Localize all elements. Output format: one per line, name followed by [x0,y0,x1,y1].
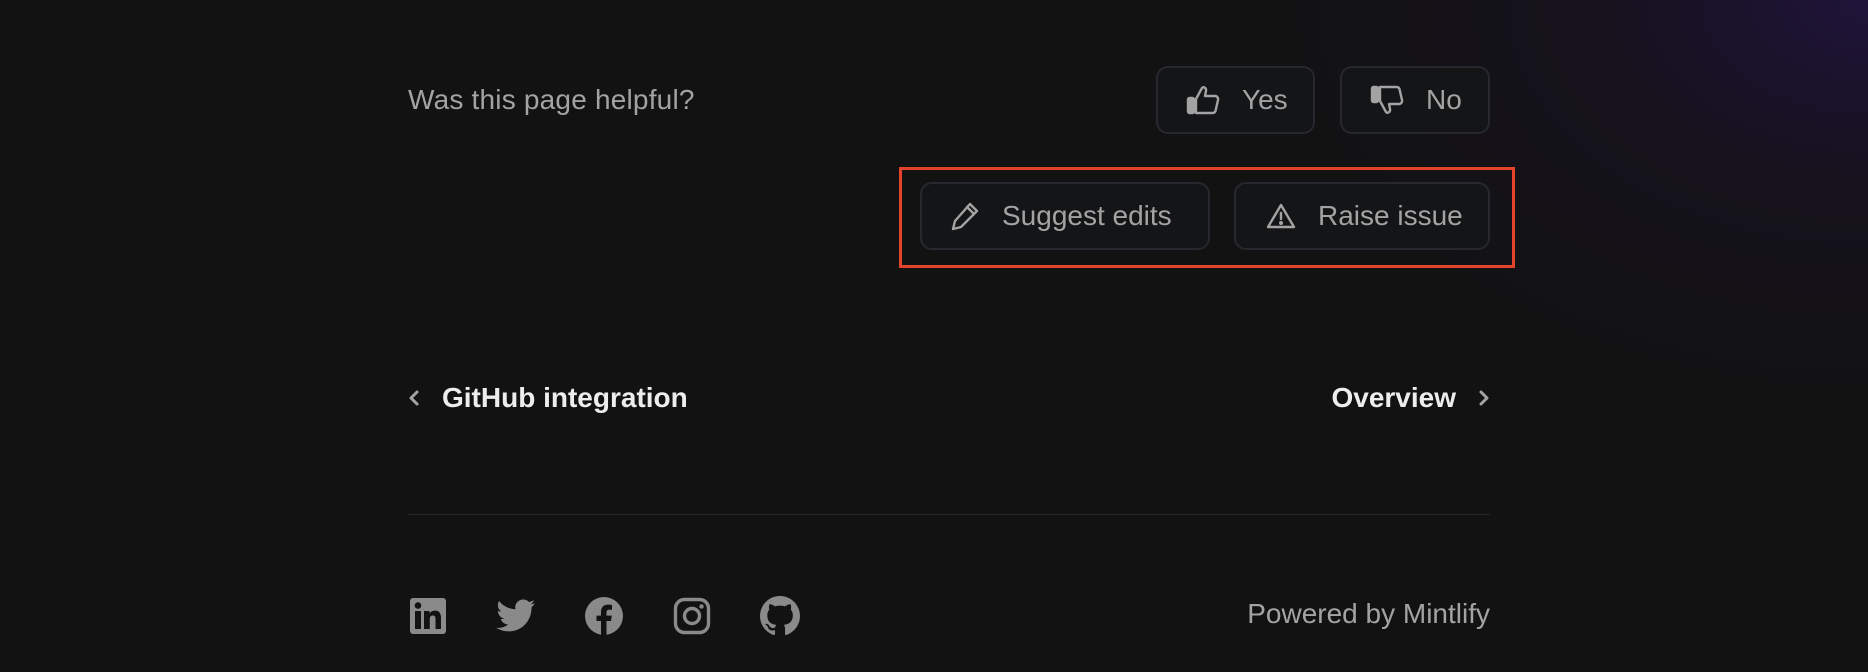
raise-issue-label: Raise issue [1318,200,1463,231]
previous-page-link[interactable]: GitHub integration [408,378,688,418]
previous-page-label: GitHub integration [442,382,688,413]
next-page-link[interactable]: Overview [1331,378,1490,418]
twitter-icon[interactable] [496,596,536,636]
suggest-edits-label: Suggest edits [1002,200,1172,231]
suggest-edits-button[interactable]: Suggest edits [920,182,1210,250]
yes-label: Yes [1242,84,1288,115]
next-page-label: Overview [1331,382,1456,413]
footer-divider [408,514,1490,515]
facebook-icon[interactable] [584,596,624,636]
chevron-right-icon [1478,382,1490,414]
contribute-section: Suggest edits Raise issue [920,182,1490,250]
warning-triangle-icon [1266,202,1296,230]
no-label: No [1426,84,1462,115]
instagram-icon[interactable] [672,596,712,636]
page: Was this page helpful? Yes No Suggest ed… [0,0,1868,672]
yes-button[interactable]: Yes [1156,66,1315,134]
no-button[interactable]: No [1340,66,1490,134]
linkedin-icon[interactable] [408,596,448,636]
github-icon[interactable] [760,596,800,636]
feedback-section: Was this page helpful? Yes No [408,66,1490,134]
thumbs-up-icon [1186,85,1220,115]
powered-by-link[interactable]: Powered by Mintlify [1247,598,1490,630]
social-links [408,596,800,636]
feedback-question: Was this page helpful? [408,84,695,115]
thumbs-down-icon [1370,85,1404,115]
raise-issue-button[interactable]: Raise issue [1234,182,1490,250]
pencil-icon [950,201,980,231]
chevron-left-icon [408,382,420,414]
